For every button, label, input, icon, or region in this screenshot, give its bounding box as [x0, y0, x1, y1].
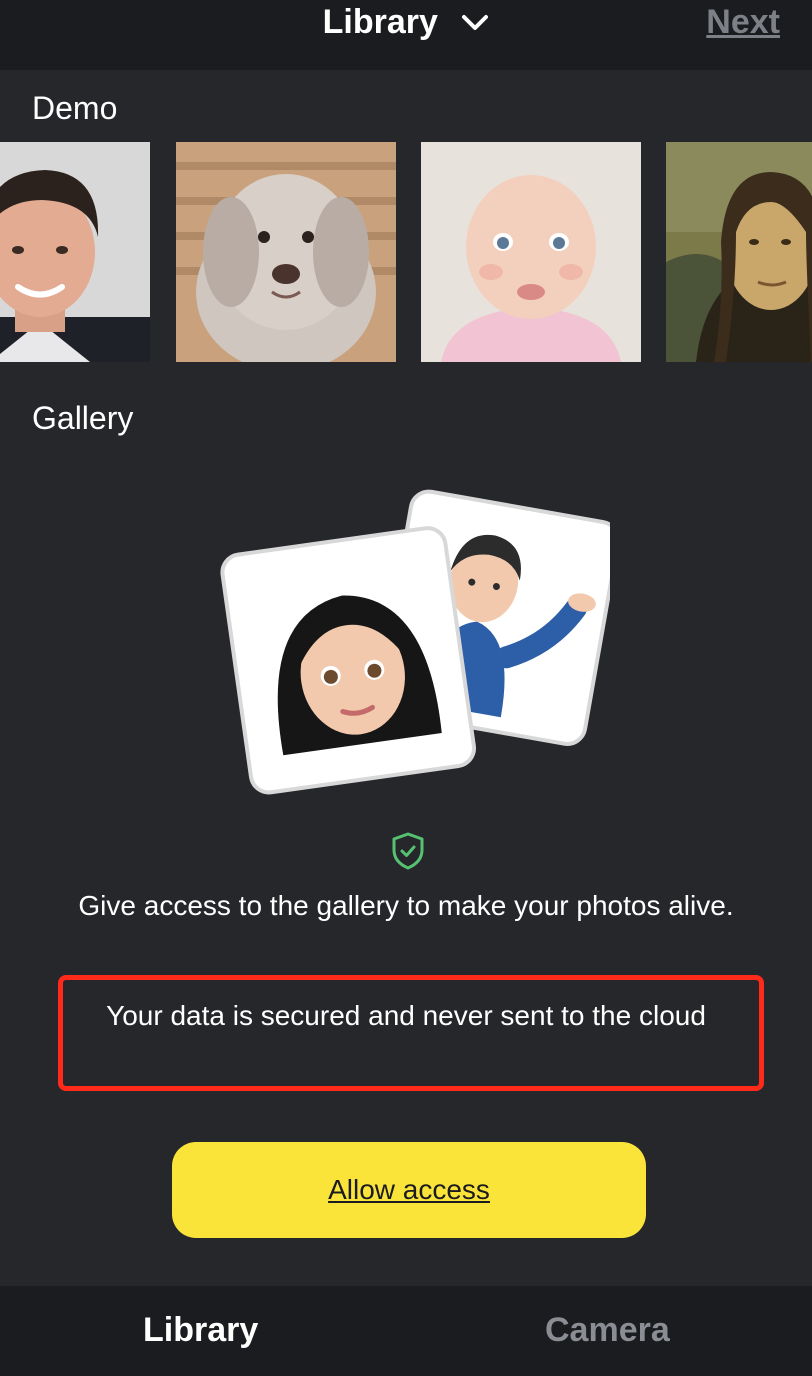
demo-item-dog-portrait[interactable] [176, 142, 396, 362]
demo-item-baby-portrait[interactable] [421, 142, 641, 362]
top-bar: Library Next [0, 0, 812, 70]
gallery-permission-illustration [210, 485, 621, 795]
shield-check-icon [391, 832, 425, 870]
tab-library[interactable]: Library [143, 1310, 258, 1350]
bottom-tab-bar: Library Camera [0, 1286, 812, 1376]
gallery-section-label: Gallery [32, 400, 134, 436]
next-button[interactable]: Next [706, 2, 780, 42]
demo-item-mona-lisa-portrait[interactable] [666, 142, 812, 362]
access-message: Give access to the gallery to make your … [78, 890, 734, 921]
library-title-dropdown[interactable]: Library [0, 2, 812, 42]
chevron-down-icon [461, 1, 489, 41]
title-label: Library [322, 3, 438, 41]
demo-item-man-portrait[interactable] [0, 142, 150, 362]
demo-strip [0, 142, 812, 362]
allow-access-button[interactable]: Allow access [172, 1142, 646, 1238]
tab-camera[interactable]: Camera [545, 1310, 670, 1350]
secure-message: Your data is secured and never sent to t… [106, 1000, 706, 1031]
demo-section-label: Demo [32, 90, 118, 126]
allow-access-label: Allow access [328, 1174, 490, 1205]
